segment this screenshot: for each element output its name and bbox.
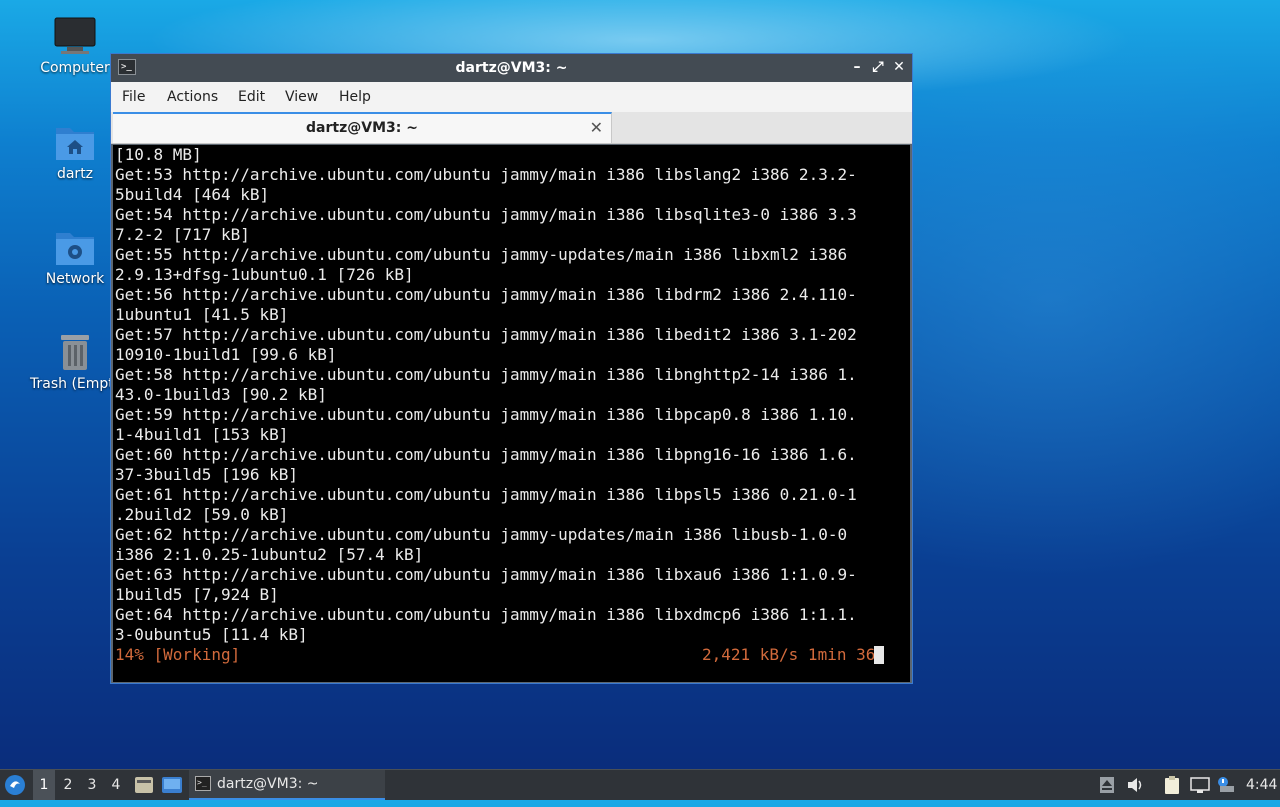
terminal-line: 7.2-2 [717 kB] bbox=[115, 225, 250, 244]
terminal-line: Get:59 http://archive.ubuntu.com/ubuntu … bbox=[115, 405, 857, 424]
desktop-icon-label: Computer bbox=[40, 60, 110, 76]
file-manager-icon bbox=[135, 777, 153, 793]
terminal-line: Get:53 http://archive.ubuntu.com/ubuntu … bbox=[115, 165, 857, 184]
clipboard-tray[interactable] bbox=[1163, 770, 1183, 800]
terminal-line: Get:60 http://archive.ubuntu.com/ubuntu … bbox=[115, 445, 857, 464]
menu-actions[interactable]: Actions bbox=[167, 89, 218, 105]
tab-close-icon[interactable]: ✕ bbox=[590, 118, 603, 137]
desktop-icon-label: Trash (Empty) bbox=[30, 376, 128, 392]
menu-file[interactable]: File bbox=[122, 89, 145, 105]
desktop-icon-dartz[interactable]: dartz bbox=[30, 122, 120, 182]
window-titlebar[interactable]: >_ dartz@VM3: ~ – ⤢ ✕ bbox=[111, 54, 912, 82]
terminal-line: 5build4 [464 kB] bbox=[115, 185, 270, 204]
desktop-icon-network[interactable]: Network bbox=[30, 227, 120, 287]
eject-icon bbox=[1100, 777, 1114, 793]
menu-help[interactable]: Help bbox=[339, 89, 371, 105]
terminal-line: Get:55 http://archive.ubuntu.com/ubuntu … bbox=[115, 245, 848, 264]
monitor-icon bbox=[54, 17, 96, 54]
terminal-line: [10.8 MB] bbox=[115, 145, 202, 164]
tab-terminal[interactable]: dartz@VM3: ~ ✕ bbox=[113, 112, 612, 143]
terminal-line: 2.9.13+dfsg-1ubuntu0.1 [726 kB] bbox=[115, 265, 414, 284]
terminal-cursor bbox=[874, 646, 884, 664]
menu-edit[interactable]: Edit bbox=[238, 89, 265, 105]
apt-progress-status: 14% [Working] 2,421 kB/s 1min 36s bbox=[115, 645, 885, 665]
file-manager-launcher[interactable] bbox=[134, 770, 156, 800]
terminal-line: 1ubuntu1 [41.5 kB] bbox=[115, 305, 289, 324]
tab-title: dartz@VM3: ~ bbox=[306, 120, 418, 136]
tab-bar: dartz@VM3: ~ ✕ bbox=[111, 112, 912, 144]
terminal-line: Get:64 http://archive.ubuntu.com/ubuntu … bbox=[115, 605, 857, 624]
terminal-lines: [10.8 MB] Get:53 http://archive.ubuntu.co… bbox=[113, 145, 910, 645]
notification-icon bbox=[1218, 777, 1234, 792]
terminal-line: i386 2:1.0.25-1ubuntu2 [57.4 kB] bbox=[115, 545, 424, 564]
terminal-line: Get:61 http://archive.ubuntu.com/ubuntu … bbox=[115, 485, 857, 504]
home-folder-icon bbox=[56, 128, 94, 160]
terminal-task-icon: >_ bbox=[195, 776, 211, 791]
taskbar-task-terminal[interactable]: >_ dartz@VM3: ~ bbox=[189, 770, 385, 800]
terminal-line: Get:57 http://archive.ubuntu.com/ubuntu … bbox=[115, 325, 857, 344]
maximize-button[interactable]: ⤢ bbox=[869, 58, 887, 76]
desktop-icon-label: dartz bbox=[56, 166, 94, 182]
terminal-output[interactable]: [10.8 MB] Get:53 http://archive.ubuntu.co… bbox=[113, 145, 910, 682]
clipboard-icon bbox=[1165, 776, 1179, 794]
terminal-line: .2build2 [59.0 kB] bbox=[115, 505, 289, 524]
window-title: dartz@VM3: ~ bbox=[455, 60, 568, 76]
close-button[interactable]: ✕ bbox=[890, 58, 908, 76]
terminal-line: Get:54 http://archive.ubuntu.com/ubuntu … bbox=[115, 205, 857, 224]
terminal-line: 1build5 [7,924 B] bbox=[115, 585, 279, 604]
menu-view[interactable]: View bbox=[285, 89, 318, 105]
desktop-icon-computer[interactable]: Computer bbox=[30, 16, 120, 76]
desktop-icon-trash[interactable]: Trash (Empty) bbox=[30, 332, 128, 392]
progress-text: 14% [Working] bbox=[115, 645, 241, 664]
taskbar: 1 2 3 4 >_ dartz@VM3: ~ 4:44 bbox=[0, 769, 1280, 800]
terminal-line: 1-4build1 [153 kB] bbox=[115, 425, 289, 444]
download-speed-text: 2,421 kB/s 1min 36s bbox=[701, 645, 885, 664]
volume-icon bbox=[1128, 778, 1142, 792]
workspace-1[interactable]: 1 bbox=[33, 770, 55, 800]
start-menu-icon bbox=[5, 775, 25, 795]
minimize-button[interactable]: – bbox=[848, 58, 866, 76]
network-folder-icon bbox=[56, 233, 94, 265]
terminal-line: Get:56 http://archive.ubuntu.com/ubuntu … bbox=[115, 285, 857, 304]
terminal-line: 10910-1build1 [99.6 kB] bbox=[115, 345, 337, 364]
terminal-line: Get:62 http://archive.ubuntu.com/ubuntu … bbox=[115, 525, 848, 544]
terminal-window: >_ dartz@VM3: ~ – ⤢ ✕ File Actions Edit … bbox=[110, 53, 913, 684]
trash-icon bbox=[61, 335, 89, 370]
network-tray[interactable] bbox=[1190, 770, 1212, 800]
workspace-4[interactable]: 4 bbox=[105, 770, 127, 800]
terminal-line: 3-0ubuntu5 [11.4 kB] bbox=[115, 625, 308, 644]
terminal-line: Get:58 http://archive.ubuntu.com/ubuntu … bbox=[115, 365, 857, 384]
workspace-3[interactable]: 3 bbox=[81, 770, 103, 800]
eject-tray[interactable] bbox=[1099, 770, 1117, 800]
network-connection-icon bbox=[1190, 777, 1210, 793]
volume-tray[interactable] bbox=[1126, 770, 1146, 800]
notification-tray[interactable] bbox=[1216, 770, 1238, 800]
task-label: dartz@VM3: ~ bbox=[217, 776, 319, 792]
desktop-icon-label: Network bbox=[45, 271, 105, 287]
show-desktop-button[interactable] bbox=[161, 770, 185, 800]
workspace-2[interactable]: 2 bbox=[57, 770, 79, 800]
show-desktop-icon bbox=[162, 777, 182, 793]
start-menu-button[interactable] bbox=[4, 770, 30, 800]
menu-bar: File Actions Edit View Help bbox=[111, 82, 912, 112]
terminal-line: 37-3build5 [196 kB] bbox=[115, 465, 299, 484]
terminal-line: 43.0-1build3 [90.2 kB] bbox=[115, 385, 327, 404]
terminal-line: Get:63 http://archive.ubuntu.com/ubuntu … bbox=[115, 565, 857, 584]
clock[interactable]: 4:44 bbox=[1246, 770, 1277, 800]
